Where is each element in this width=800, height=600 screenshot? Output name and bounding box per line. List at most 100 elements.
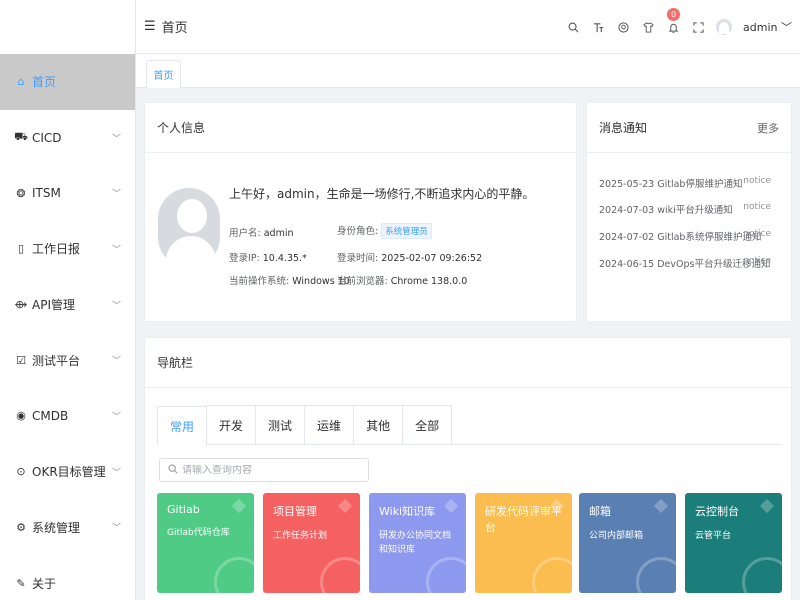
sidebar-item-label: CICD [32, 130, 62, 145]
tile-decoration [742, 557, 782, 593]
tile-mailbox[interactable]: 邮箱 公司内部邮箱 [579, 493, 676, 593]
os-info: 当前操作系统: Windows 10 [229, 273, 350, 287]
sidebar-item-about[interactable]: ✎ 关于 [0, 555, 135, 600]
login-time-value: 2025-02-07 09:26:52 [381, 253, 483, 264]
login-time-label: 登录时间: [337, 253, 379, 264]
sidebar-item-cmdb[interactable]: ◉ CMDB ﹀ [0, 388, 135, 444]
tile-subtitle: 研发办公协同文档和知识库 [379, 531, 452, 555]
edit-icon: ✎ [16, 576, 26, 590]
checkbox-icon: ☑ [16, 353, 26, 367]
chevron-down-icon: ﹀ [781, 21, 792, 34]
fullscreen-icon[interactable] [691, 20, 705, 34]
nav-tab-ops[interactable]: 运维 [304, 405, 355, 445]
tile-project-management[interactable]: 项目管理 工作任务计划 [263, 493, 360, 593]
role-info: 身份角色: 系统管理员 [337, 223, 432, 239]
tile-decoration [636, 557, 676, 593]
profile-card: 个人信息 上午好，admin，生命是一场修行,不断追求内心的平静。 用户名: a… [144, 102, 577, 322]
notice-item[interactable]: 2024-07-03 wiki平台升级通知 notice [599, 202, 779, 216]
tile-wiki[interactable]: Wiki知识库 研发办公协同文档和知识库 [369, 493, 466, 593]
tile-decoration [532, 557, 572, 593]
profile-card-title: 个人信息 [145, 103, 576, 153]
role-tag: 系统管理员 [381, 223, 432, 239]
username-info: 用户名: admin [229, 225, 294, 239]
truck-icon: ⛟ [14, 130, 28, 144]
settings-cube-icon: ❂ [16, 186, 26, 200]
sidebar-item-home[interactable]: ⌂ 首页 [0, 54, 135, 110]
tile-subtitle: 云管平台 [695, 531, 732, 541]
avatar[interactable] [716, 19, 733, 35]
tile-gitlab[interactable]: Gitlab Gitlab代码仓库 [157, 493, 254, 593]
chevron-down-icon: ﹀ [111, 523, 121, 534]
top-header: ☰ 首页 0 admin ﹀ [136, 0, 800, 54]
notice-card-title: 消息通知 [599, 121, 648, 135]
search-icon[interactable] [566, 20, 580, 34]
greeting-text: 上午好，admin，生命是一场修行,不断追求内心的平静。 [229, 187, 535, 201]
tile-decoration [320, 557, 360, 593]
tile-code-review[interactable]: 研发代码评审平台 [475, 493, 572, 593]
notice-item[interactable]: 2024-07-02 Gitlab系统停服维护通知 notice [599, 229, 779, 243]
target-icon: ⊙ [16, 465, 26, 479]
chrome-icon: ◉ [16, 409, 26, 423]
sidebar-item-label: API管理 [32, 298, 75, 313]
chevron-down-icon: ﹀ [111, 245, 121, 256]
tile-subtitle: 工作任务计划 [273, 531, 328, 541]
notice-text: 2025-05-23 Gitlab停服维护通知 [599, 179, 743, 190]
user-dropdown[interactable]: admin ﹀ [743, 19, 792, 35]
sidebar-item-label: 系统管理 [32, 520, 81, 535]
ip-label: 登录IP: [229, 253, 260, 264]
notice-type: notice [743, 229, 771, 239]
chevron-down-icon: ﹀ [111, 412, 121, 423]
tab-home[interactable]: 首页 [146, 60, 181, 88]
chevron-down-icon: ﹀ [111, 301, 121, 312]
notice-item[interactable]: 2024-06-15 DevOps平台升级迁移通知 notice [599, 256, 779, 270]
theme-shirt-icon[interactable] [641, 20, 655, 34]
sidebar-item-daily-report[interactable]: ▯ 工作日报 ﹀ [0, 221, 135, 277]
menu-toggle-icon[interactable]: ☰ [144, 19, 156, 34]
sidebar-item-itsm[interactable]: ❂ ITSM ﹀ [0, 165, 135, 221]
chevron-down-icon: ﹀ [111, 189, 121, 200]
nav-tab-test[interactable]: 测试 [255, 405, 306, 445]
document-icon: ▯ [17, 242, 25, 256]
page-scrollbar[interactable] [796, 88, 800, 600]
user-name: admin [743, 21, 778, 34]
sidebar-item-label: 首页 [32, 75, 57, 90]
ip-value: 10.4.35.* [262, 253, 307, 264]
sidebar-item-api[interactable]: ⟴ API管理 ﹀ [0, 277, 135, 333]
navigation-card-title: 导航栏 [145, 338, 791, 388]
login-time-info: 登录时间: 2025-02-07 09:26:52 [337, 250, 482, 264]
nav-search-box [159, 458, 369, 482]
username-value: admin [263, 228, 294, 239]
sidebar-item-label: 测试平台 [32, 353, 81, 368]
sidebar-item-cicd[interactable]: ⛟ CICD ﹀ [0, 110, 135, 166]
nav-search-input[interactable] [182, 464, 362, 476]
sidebar-item-label: 关于 [32, 576, 57, 591]
sidebar-item-okr[interactable]: ⊙ OKR目标管理 ﹀ [0, 444, 135, 500]
sidebar-item-label: ITSM [32, 186, 61, 201]
notice-card: 消息通知 更多 2025-05-23 Gitlab停服维护通知 notice 2… [586, 102, 792, 322]
tile-decoration [426, 557, 466, 593]
tile-decoration [214, 557, 254, 593]
sidebar-item-test-platform[interactable]: ☑ 测试平台 ﹀ [0, 332, 135, 388]
notice-card-header: 消息通知 更多 [587, 103, 791, 153]
browser-info: 当前浏览器: Chrome 138.0.0 [337, 273, 467, 287]
nav-tab-all[interactable]: 全部 [402, 405, 453, 445]
sidebar-item-system[interactable]: ⚙ 系统管理 ﹀ [0, 500, 135, 556]
gear-icon: ⚙ [16, 520, 26, 534]
tile-subtitle: 公司内部邮箱 [589, 531, 644, 541]
nav-tab-common[interactable]: 常用 [157, 406, 208, 446]
nav-tab-other[interactable]: 其他 [353, 405, 404, 445]
font-size-icon[interactable] [591, 20, 605, 34]
nav-tab-dev[interactable]: 开发 [206, 405, 257, 445]
os-label: 当前操作系统: [229, 276, 290, 287]
sidebar-item-label: OKR目标管理 [32, 465, 106, 480]
more-link[interactable]: 更多 [757, 120, 779, 136]
tile-cloud-console[interactable]: 云控制台 云管平台 [685, 493, 782, 593]
username-label: 用户名: [229, 228, 261, 239]
github-icon[interactable] [616, 20, 630, 34]
navigation-tabs: 常用 开发 测试 运维 其他 全部 [157, 405, 781, 446]
browser-value: Chrome 138.0.0 [390, 276, 468, 287]
notification-badge: 0 [667, 8, 681, 21]
notice-item[interactable]: 2025-05-23 Gitlab停服维护通知 notice [599, 176, 779, 190]
notification-bell-icon[interactable]: 0 [666, 8, 681, 34]
notice-type: notice [743, 176, 771, 186]
